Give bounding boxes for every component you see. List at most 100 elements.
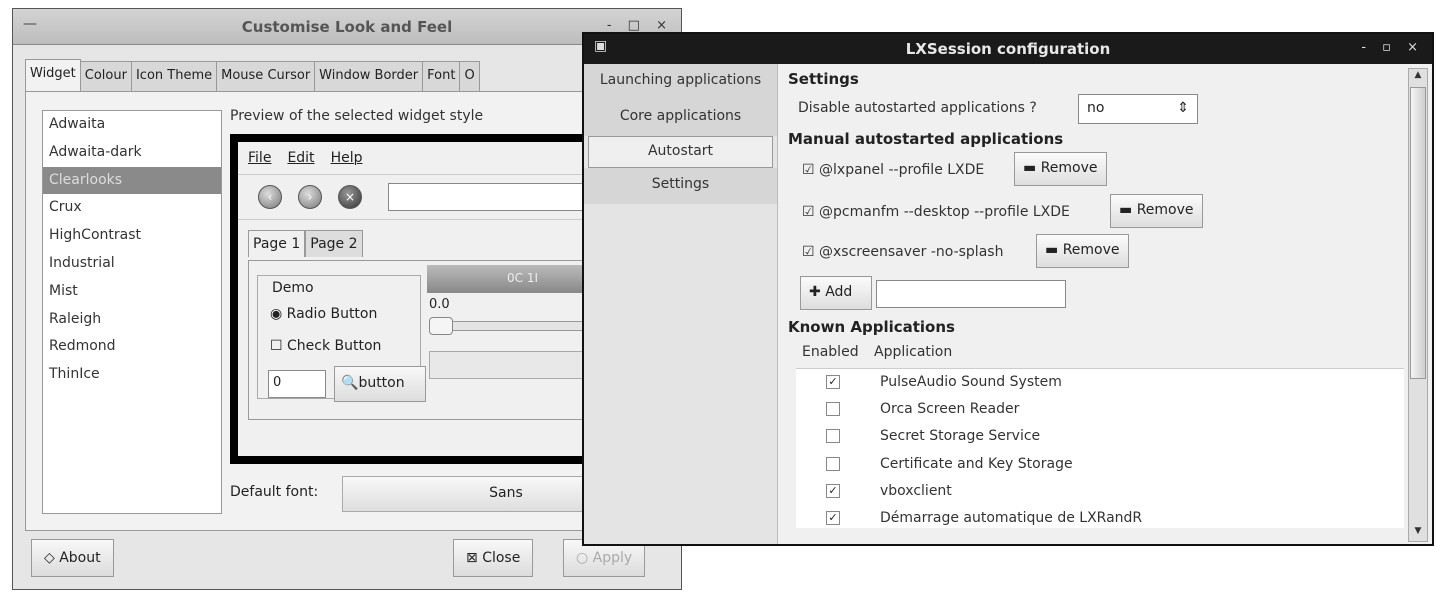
vertical-scrollbar[interactable]: ▲ ▼ xyxy=(1408,68,1428,542)
col-enabled[interactable]: Enabled xyxy=(802,344,859,360)
apply-label: Apply xyxy=(592,550,633,566)
window-controls[interactable]: - □ × xyxy=(607,18,673,33)
disable-autostart-value: no xyxy=(1087,100,1105,116)
app-name: PulseAudio Sound System xyxy=(880,374,1062,390)
list-item[interactable]: Orca Screen Reader xyxy=(796,398,1404,425)
checkbox-icon[interactable]: ✓ xyxy=(826,375,840,389)
remove-button[interactable]: ▬ Remove xyxy=(1036,234,1129,268)
manual-item[interactable]: ☑ @lxpanel --profile LXDE xyxy=(802,162,984,178)
app-name: Démarrage automatique de LXRandR xyxy=(880,510,1143,526)
add-button[interactable]: ✚ Add xyxy=(800,276,872,310)
tab-bar: Widget Colour Icon Theme Mouse Cursor Wi… xyxy=(25,59,480,92)
tab-other[interactable]: O xyxy=(459,61,480,91)
theme-item[interactable]: Redmond xyxy=(43,333,221,361)
manual-item[interactable]: ☑ @xscreensaver -no-splash xyxy=(802,244,1003,260)
checkbox-icon[interactable]: ☑ xyxy=(802,204,815,220)
widget-tab-panel: Adwaita Adwaita-dark Clearlooks Crux Hig… xyxy=(25,91,678,531)
checkbox-icon[interactable]: ☑ xyxy=(802,162,815,178)
scale-value: 0.0 xyxy=(429,297,450,312)
checkbox-icon[interactable] xyxy=(826,457,840,471)
demo-spin-button[interactable]: 0 xyxy=(268,370,326,398)
preview-menu-edit[interactable]: Edit xyxy=(287,150,314,166)
preview-menu-file[interactable]: File xyxy=(248,150,271,166)
demo-button[interactable]: 🔍button xyxy=(334,366,426,402)
scale-knob[interactable] xyxy=(429,317,453,335)
theme-item[interactable]: ThinIce xyxy=(43,361,221,389)
scroll-up-icon[interactable]: ▲ xyxy=(1410,70,1426,84)
nav-autostart[interactable]: Autostart xyxy=(588,136,773,168)
tab-colour[interactable]: Colour xyxy=(79,61,132,91)
scroll-thumb[interactable] xyxy=(1410,87,1426,379)
tab-widget[interactable]: Widget xyxy=(25,59,81,92)
demo-radio-button[interactable]: ◉ Radio Button xyxy=(270,306,377,322)
checkbox-icon[interactable]: ✓ xyxy=(826,511,840,525)
back-icon[interactable]: ‹ xyxy=(258,185,282,209)
theme-item[interactable]: Raleigh xyxy=(43,306,221,334)
app-name: Orca Screen Reader xyxy=(880,401,1020,417)
checkbox-icon[interactable]: ✓ xyxy=(826,484,840,498)
theme-item[interactable]: Industrial xyxy=(43,250,221,278)
list-item[interactable]: ✓ PulseAudio Sound System xyxy=(796,371,1404,398)
remove-button[interactable]: ▬ Remove xyxy=(1110,194,1203,228)
checkbox-icon[interactable]: ☑ xyxy=(802,244,815,260)
default-font-label: Default font: xyxy=(230,484,319,500)
theme-item-selected[interactable]: Clearlooks xyxy=(43,166,221,195)
forward-icon[interactable]: › xyxy=(298,185,322,209)
checkbox-icon[interactable] xyxy=(826,429,840,443)
left-titlebar: — Customise Look and Feel - □ × xyxy=(13,9,681,45)
disable-autostart-select[interactable]: no ⇕ xyxy=(1078,94,1198,124)
preview-menubar: File Edit Help xyxy=(248,150,362,166)
demo-button-label: button xyxy=(358,375,405,391)
checkbox-icon: ☐ xyxy=(270,338,288,354)
preview-label: Preview of the selected widget style xyxy=(230,108,484,124)
theme-item[interactable]: Mist xyxy=(43,278,221,306)
checkbox-icon[interactable] xyxy=(826,402,840,416)
list-item[interactable]: ✓ Démarrage automatique de LXRandR xyxy=(796,507,1404,534)
manual-heading: Manual autostarted applications xyxy=(788,130,1064,148)
right-titlebar: ▣ LXSession configuration - ▫ × xyxy=(584,34,1432,64)
about-label: About xyxy=(59,550,101,566)
nav-settings[interactable]: Settings xyxy=(584,168,777,204)
stop-icon[interactable]: × xyxy=(338,185,362,209)
list-item[interactable]: Secret Storage Service xyxy=(796,425,1404,452)
scroll-down-icon[interactable]: ▼ xyxy=(1410,526,1426,540)
list-item[interactable]: ✓ vboxclient xyxy=(796,480,1404,507)
close-label: Close xyxy=(482,550,521,566)
app-name: Certificate and Key Storage xyxy=(880,456,1073,472)
window-controls[interactable]: - ▫ × xyxy=(1361,40,1424,55)
known-apps-header: Enabled Application xyxy=(792,342,1404,366)
theme-item[interactable]: Adwaita xyxy=(43,111,221,139)
about-icon: ◇ xyxy=(44,550,60,566)
theme-item[interactable]: HighContrast xyxy=(43,222,221,250)
remove-label: Remove xyxy=(1062,242,1120,258)
theme-item[interactable]: Adwaita-dark xyxy=(43,139,221,167)
list-item[interactable]: Certificate and Key Storage xyxy=(796,453,1404,480)
close-button[interactable]: ⊠ Close xyxy=(453,539,534,577)
settings-heading: Settings xyxy=(788,70,859,88)
radio-label: Radio Button xyxy=(286,306,378,322)
manual-item-label: @pcmanfm --desktop --profile LXDE xyxy=(819,204,1070,220)
tab-mouse-cursor[interactable]: Mouse Cursor xyxy=(216,61,316,91)
nav-launching-applications[interactable]: Launching applications xyxy=(584,64,777,100)
add-label: Add xyxy=(825,284,853,300)
theme-item[interactable]: Crux xyxy=(43,194,221,222)
tab-window-border[interactable]: Window Border xyxy=(314,61,424,91)
remove-icon: ▬ xyxy=(1119,202,1137,218)
disable-autostart-label: Disable autostarted applications ? xyxy=(798,100,1037,116)
add-command-input[interactable] xyxy=(876,280,1066,308)
about-button[interactable]: ◇ About xyxy=(31,539,114,577)
manual-item[interactable]: ☑ @pcmanfm --desktop --profile LXDE xyxy=(802,204,1070,220)
preview-menu-help[interactable]: Help xyxy=(331,150,363,166)
side-nav: Launching applications Core applications… xyxy=(584,64,778,544)
remove-button[interactable]: ▬ Remove xyxy=(1014,152,1107,186)
theme-list[interactable]: Adwaita Adwaita-dark Clearlooks Crux Hig… xyxy=(42,110,222,514)
nav-core-applications[interactable]: Core applications xyxy=(584,100,777,136)
preview-tab-page1[interactable]: Page 1 xyxy=(248,230,306,257)
demo-check-button[interactable]: ☐ Check Button xyxy=(270,338,381,354)
preview-tab-page2[interactable]: Page 2 xyxy=(305,230,363,257)
close-icon: ⊠ xyxy=(466,550,483,566)
remove-label: Remove xyxy=(1136,202,1194,218)
tab-icon-theme[interactable]: Icon Theme xyxy=(130,61,218,91)
col-application[interactable]: Application xyxy=(874,344,952,360)
tab-font[interactable]: Font xyxy=(422,61,461,91)
